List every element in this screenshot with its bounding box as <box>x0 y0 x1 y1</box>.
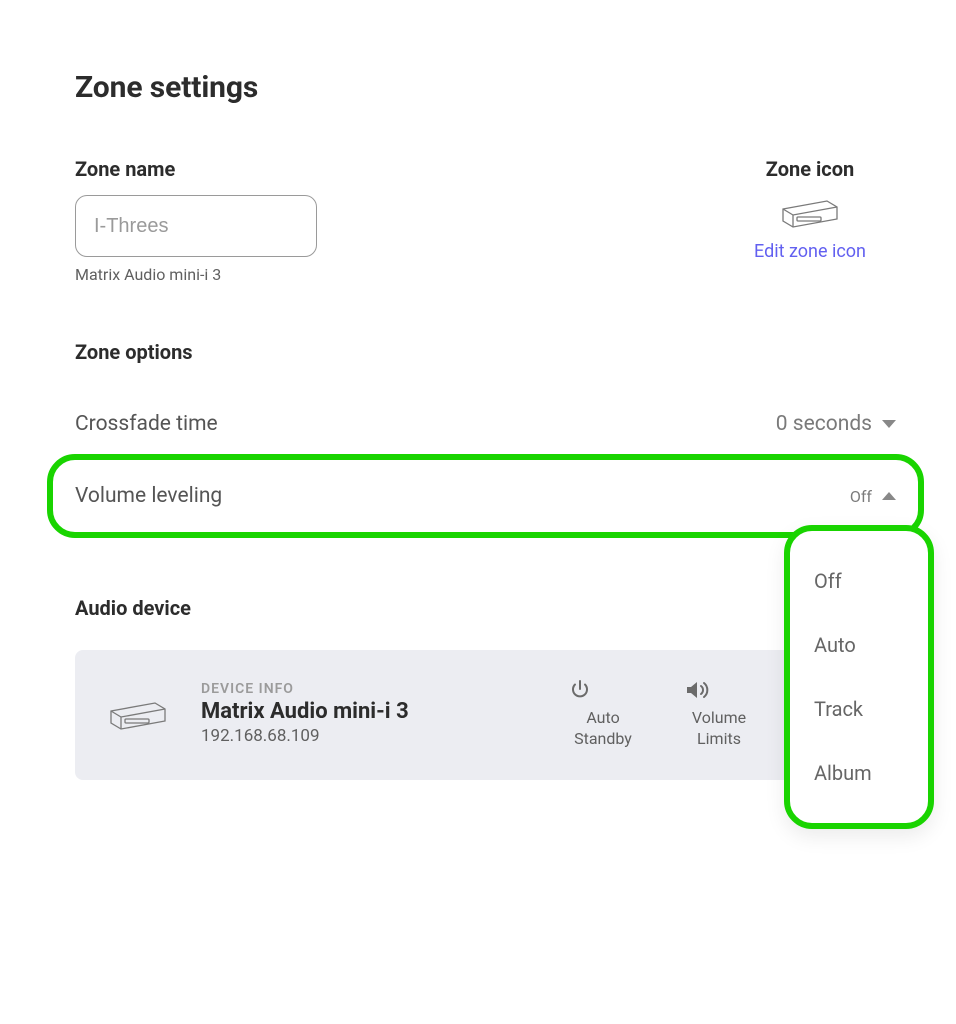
crossfade-value-text: 0 seconds <box>776 412 872 436</box>
volume-leveling-row[interactable]: Volume leveling Off <box>47 454 924 538</box>
audio-device-card: DEVICE INFO Matrix Audio mini-i 3 192.16… <box>75 650 896 780</box>
volume-leveling-value-text: Off <box>850 487 872 506</box>
zone-icon-block: Zone icon Edit zone icon <box>754 157 866 262</box>
volume-leveling-option-album[interactable]: Album <box>800 741 918 805</box>
zone-name-block: Zone name Matrix Audio mini-i 3 <box>75 157 317 284</box>
power-icon <box>568 678 638 702</box>
volume-limits-label: Volume Limits <box>692 708 746 748</box>
volume-leveling-option-off[interactable]: Off <box>800 549 918 613</box>
audio-device-icon <box>105 695 171 733</box>
zone-name-input[interactable] <box>75 195 317 257</box>
auto-standby-label: Auto Standby <box>574 708 632 748</box>
crossfade-value[interactable]: 0 seconds <box>776 412 896 436</box>
device-info-label: DEVICE INFO <box>201 681 538 697</box>
zone-name-label: Zone name <box>75 157 317 181</box>
crossfade-label: Crossfade time <box>75 412 218 436</box>
zone-icon-label: Zone icon <box>754 157 866 181</box>
zone-options-heading: Zone options <box>75 340 896 364</box>
auto-standby-button[interactable]: Auto Standby <box>568 678 638 750</box>
device-info: DEVICE INFO Matrix Audio mini-i 3 192.16… <box>201 681 538 746</box>
volume-leveling-option-track[interactable]: Track <box>800 677 918 741</box>
volume-leveling-dropdown: Off Auto Track Album <box>784 525 934 829</box>
crossfade-row[interactable]: Crossfade time 0 seconds <box>75 394 896 454</box>
volume-leveling-option-auto[interactable]: Auto <box>800 613 918 677</box>
zone-name-helper: Matrix Audio mini-i 3 <box>75 265 317 284</box>
audio-device-section: Audio device DEVICE INFO Matrix Audio mi… <box>75 596 896 780</box>
chevron-down-icon <box>882 420 896 428</box>
volume-leveling-value[interactable]: Off <box>850 487 896 506</box>
volume-icon <box>684 678 754 702</box>
page-title: Zone settings <box>75 70 896 105</box>
zone-top-row: Zone name Matrix Audio mini-i 3 Zone ico… <box>75 157 896 284</box>
audio-device-heading: Audio device <box>75 596 896 620</box>
volume-limits-button[interactable]: Volume Limits <box>684 678 754 750</box>
device-info-ip: 192.168.68.109 <box>201 726 538 746</box>
volume-leveling-label: Volume leveling <box>75 484 222 508</box>
chevron-up-icon <box>882 492 896 500</box>
zone-device-icon <box>754 195 866 229</box>
zone-options-section: Zone options Crossfade time 0 seconds Vo… <box>75 340 896 538</box>
device-info-name: Matrix Audio mini-i 3 <box>201 699 538 724</box>
edit-zone-icon-link[interactable]: Edit zone icon <box>754 241 866 262</box>
